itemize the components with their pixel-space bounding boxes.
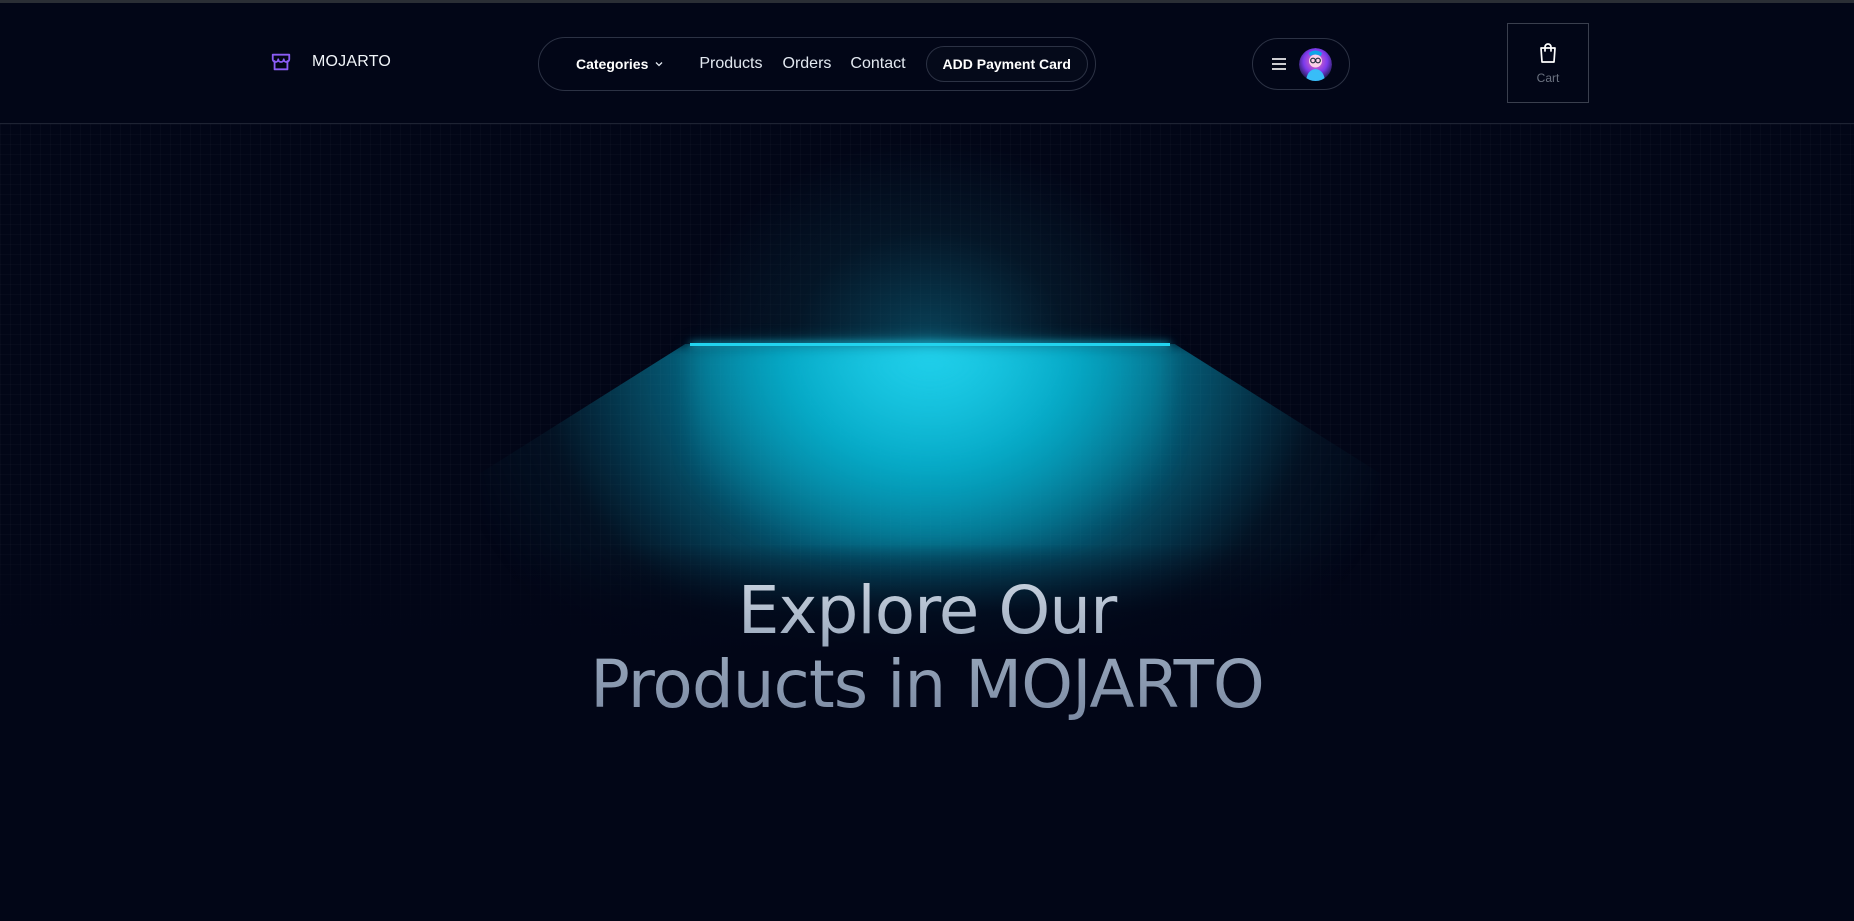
user-menu-button[interactable] <box>1252 38 1350 90</box>
shopping-bag-icon <box>1540 43 1556 63</box>
hero-title: Explore Our Products in MOJARTO <box>0 574 1854 722</box>
main-nav: Categories Products Orders Contact ADD P… <box>538 37 1096 91</box>
nav-link-orders[interactable]: Orders <box>783 55 832 73</box>
lamp-light-core <box>690 346 1170 546</box>
nav-link-contact[interactable]: Contact <box>850 55 905 73</box>
nav-link-products[interactable]: Products <box>699 55 762 73</box>
add-payment-card-button[interactable]: ADD Payment Card <box>925 46 1088 82</box>
hero-title-line-2: Products in MOJARTO <box>590 646 1264 723</box>
avatar <box>1299 47 1332 81</box>
store-icon <box>271 53 291 71</box>
cart-button[interactable]: Cart <box>1507 23 1589 103</box>
menu-icon <box>1272 58 1286 70</box>
lamp-glow <box>690 144 1170 344</box>
lamp-line <box>690 343 1170 346</box>
chevron-down-icon <box>655 62 663 67</box>
brand[interactable]: MOJARTO <box>270 51 391 73</box>
categories-dropdown[interactable]: Categories <box>576 56 664 72</box>
page: MOJARTO Categories Products Orders Conta… <box>0 0 1854 921</box>
brand-name: MOJARTO <box>312 53 392 70</box>
cart-label: Cart <box>1536 71 1560 85</box>
hero-section: Explore Our Products in MOJARTO <box>0 124 1854 921</box>
hero-title-line-1: Explore Our <box>737 572 1117 649</box>
site-header: MOJARTO Categories Products Orders Conta… <box>0 3 1854 124</box>
categories-label: Categories <box>576 56 649 72</box>
